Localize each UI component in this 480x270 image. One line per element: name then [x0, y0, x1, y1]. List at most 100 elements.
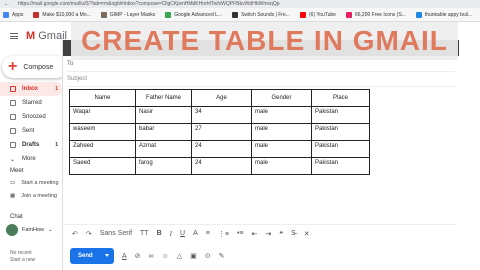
sidebar-item-snoozed[interactable]: Snoozed: [0, 110, 62, 124]
undo-icon[interactable]: ↶: [72, 230, 78, 238]
table-cell[interactable]: farog: [135, 157, 192, 175]
bookmarks-bar: Apps Make $10,000 a Mo... GIMP - Layer M…: [0, 8, 480, 22]
video-icon: ▭: [10, 180, 16, 186]
browser-url-bar[interactable]: ← https://mail.google.com/mail/u/0/?tab=…: [0, 0, 480, 8]
emoji-icon[interactable]: ☺: [162, 253, 169, 260]
table-cell[interactable]: male: [251, 123, 312, 141]
to-field[interactable]: To: [67, 58, 455, 72]
bookmark-apps[interactable]: Apps: [3, 11, 23, 18]
signature-icon[interactable]: ✎: [219, 252, 225, 260]
compose-bottom-bar: Send A ⊘ ∞ ☺ △ ▣ ⊙ ✎: [64, 246, 456, 266]
font-select[interactable]: Sans Serif: [100, 230, 132, 237]
meet-heading: Meet: [10, 168, 24, 174]
italic-icon[interactable]: I: [170, 230, 172, 238]
thunkable-icon: [415, 11, 422, 18]
chevron-down-icon: ⌄: [10, 157, 16, 163]
table-row: waseem babar 27 male Pakistan: [69, 123, 370, 141]
underline-icon[interactable]: U: [180, 230, 185, 237]
screen: ← https://mail.google.com/mail/u/0/?tab=…: [0, 0, 480, 270]
attach-icon[interactable]: ⊘: [135, 252, 141, 260]
bold-icon[interactable]: B: [157, 230, 162, 237]
table-row: Saeed farog 24 male Pakistan: [69, 157, 370, 175]
table-header-row: Name Father Name Age Gender Place: [69, 89, 370, 107]
clear-format-icon[interactable]: ✕: [304, 230, 310, 238]
join-meeting-link[interactable]: ▦ Join a meeting: [10, 193, 57, 199]
title-banner: CREATE TABLE IN GMAIL: [71, 22, 458, 60]
url-text[interactable]: https://mail.google.com/mail/u/0/?tab=rm…: [18, 1, 378, 7]
table-cell[interactable]: male: [251, 140, 312, 158]
table-cell[interactable]: Pakistan: [311, 157, 370, 175]
bookmark-6[interactable]: 66,200 Free Icons (S...: [345, 11, 406, 18]
font-size-icon[interactable]: TT: [140, 230, 149, 237]
column-header: Gender: [251, 89, 312, 107]
sidebar-item-starred[interactable]: Starred: [0, 96, 62, 110]
apps-icon: [3, 11, 9, 18]
sidebar-item-drafts[interactable]: Drafts 1: [0, 138, 62, 152]
sidebar-item-inbox[interactable]: Inbox 1: [0, 82, 62, 96]
table-cell[interactable]: Azmat: [135, 140, 192, 158]
email-table[interactable]: Name Father Name Age Gender Place Waqar …: [69, 89, 370, 175]
table-cell[interactable]: 24: [191, 140, 252, 158]
align-icon[interactable]: ≡: [206, 230, 210, 237]
table-cell[interactable]: 24: [191, 157, 252, 175]
table-row: Waqar Nasir 34 male Pakistan: [69, 106, 370, 124]
table-cell[interactable]: Pakistan: [311, 106, 370, 124]
quote-icon[interactable]: ❝: [279, 230, 283, 238]
bookmark-7[interactable]: thunkable appy buil...: [415, 11, 472, 18]
formatting-toolbar: ↶ ↷ Sans Serif TT B I U A ≡ ⋮≡ •≡ ⇤ ⇥ ❝ …: [64, 224, 456, 242]
start-meeting-link[interactable]: ▭ Start a meeting: [10, 180, 59, 186]
drive-icon[interactable]: △: [177, 252, 182, 260]
table-cell[interactable]: Saeed: [69, 157, 136, 175]
chevron-down-icon[interactable]: [105, 254, 109, 257]
bulleted-list-icon[interactable]: •≡: [237, 230, 244, 237]
star-icon: [10, 100, 16, 106]
menu-icon[interactable]: [10, 33, 18, 39]
strikethrough-icon[interactable]: S̶: [291, 230, 296, 237]
back-arrow-icon[interactable]: ←: [4, 1, 10, 7]
table-cell[interactable]: Waqar: [69, 106, 136, 124]
subject-field[interactable]: Subject: [67, 73, 455, 87]
bookmark-4[interactable]: Switch Sounds | Fre...: [232, 11, 290, 18]
sidebar-item-more[interactable]: ⌄ More: [0, 152, 62, 166]
table-cell[interactable]: Nasir: [135, 106, 192, 124]
photo-icon[interactable]: ▣: [190, 252, 197, 260]
formatting-icon[interactable]: A: [122, 253, 127, 260]
confidential-icon[interactable]: ⊙: [205, 252, 211, 260]
table-cell[interactable]: Zaheed: [69, 140, 136, 158]
gmail-logo[interactable]: M Gmail: [26, 30, 67, 42]
indent-more-icon[interactable]: ⇥: [265, 230, 271, 238]
chat-heading: Chat: [10, 214, 23, 220]
plus-icon: +: [8, 58, 18, 75]
bookmark-5[interactable]: (6) YouTube: [299, 11, 336, 18]
send-button[interactable]: Send: [70, 248, 114, 264]
table-cell[interactable]: male: [251, 157, 312, 175]
table-cell[interactable]: Pakistan: [311, 140, 370, 158]
bookmark-3[interactable]: Google Advanced L...: [165, 11, 222, 18]
numbered-list-icon[interactable]: ⋮≡: [218, 230, 229, 238]
draft-icon: [10, 142, 16, 148]
compose-button[interactable]: + Compose: [2, 56, 68, 78]
youtube-icon: [299, 11, 306, 18]
text-color-icon[interactable]: A: [193, 230, 198, 237]
table-cell[interactable]: waseem: [69, 123, 136, 141]
redo-icon[interactable]: ↷: [86, 230, 92, 238]
bookmark-2[interactable]: GIMP - Layer Masks: [100, 11, 155, 18]
google-icon: [165, 11, 172, 18]
table-cell[interactable]: Pakistan: [311, 123, 370, 141]
clock-icon: [10, 114, 16, 120]
table-cell[interactable]: 34: [191, 106, 252, 124]
chevron-down-icon: ⌄: [48, 227, 53, 233]
table-cell[interactable]: 27: [191, 123, 252, 141]
link-icon[interactable]: ∞: [149, 253, 154, 260]
table-cell[interactable]: babar: [135, 123, 192, 141]
gmail-header: M Gmail: [0, 22, 70, 50]
gimp-icon: [100, 11, 107, 18]
chat-user[interactable]: FamHow ⌄: [6, 224, 53, 236]
column-header: Place: [311, 89, 370, 107]
inbox-icon: [10, 86, 16, 92]
sidebar-item-sent[interactable]: Sent: [0, 124, 62, 138]
bookmark-1[interactable]: Make $10,000 a Mo...: [33, 11, 91, 18]
send-icon: [10, 128, 16, 134]
table-cell[interactable]: male: [251, 106, 312, 124]
indent-less-icon[interactable]: ⇤: [251, 230, 257, 238]
